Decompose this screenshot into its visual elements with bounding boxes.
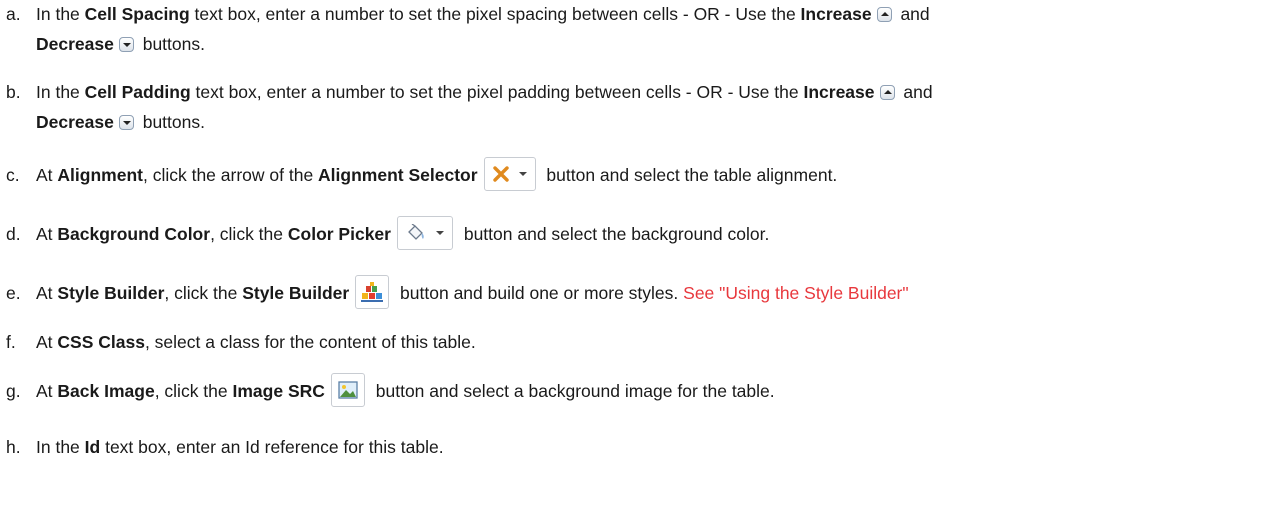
instruction-item-c: c. At Alignment, click the arrow of the A… xyxy=(6,157,1276,192)
bold-term: Decrease xyxy=(36,112,114,132)
text: , select a class for the content of this… xyxy=(144,332,476,352)
text: button and build one or more styles. xyxy=(395,283,684,303)
alignment-selector-button[interactable] xyxy=(483,157,536,192)
text: button and select a background image for… xyxy=(370,381,775,401)
bold-term: Decrease xyxy=(36,34,114,54)
item-letter: e. xyxy=(6,283,21,303)
text: At xyxy=(36,381,58,401)
text: button and select the table alignment. xyxy=(541,165,838,185)
bold-term: Increase xyxy=(803,82,875,102)
bold-term: Alignment Selector xyxy=(318,165,478,185)
bold-term: CSS Class xyxy=(57,332,145,352)
paint-bucket-icon xyxy=(406,224,426,242)
text: At xyxy=(36,165,58,185)
color-picker-button[interactable] xyxy=(396,216,453,251)
style-builder-icon xyxy=(361,282,384,303)
decrease-icon xyxy=(118,115,134,130)
text: In the xyxy=(36,437,85,457)
bold-term: Style Builder xyxy=(57,283,165,303)
bold-term: Increase xyxy=(800,4,872,24)
image-icon xyxy=(338,381,358,400)
instruction-item-a: a. In the Cell Spacing text box, enter a … xyxy=(6,0,1276,59)
text: text box, enter a number to set the pixe… xyxy=(190,82,804,102)
item-letter: a. xyxy=(6,4,21,24)
bold-term: Color Picker xyxy=(287,224,391,244)
see-style-builder-link[interactable]: See "Using the Style Builder" xyxy=(683,283,908,303)
text: At xyxy=(36,224,58,244)
bold-term: Alignment xyxy=(57,165,143,185)
bold-term: Back Image xyxy=(57,381,155,401)
text: , click the xyxy=(154,381,233,401)
text: , click the arrow of the xyxy=(142,165,319,185)
item-letter: h. xyxy=(6,437,21,457)
instruction-item-f: f. At CSS Class, select a class for the c… xyxy=(6,327,1276,357)
item-letter: d. xyxy=(6,224,21,244)
bold-term: Cell Padding xyxy=(84,82,191,102)
text: text box, enter an Id reference for this… xyxy=(100,437,444,457)
text: In the xyxy=(36,4,85,24)
item-letter: g. xyxy=(6,381,21,401)
decrease-icon xyxy=(118,37,134,52)
text: At xyxy=(36,283,58,303)
instruction-item-d: d. At Background Color, click the Color P… xyxy=(6,216,1276,251)
text: At xyxy=(36,332,58,352)
text: button and select the background color. xyxy=(458,224,770,244)
text: In the xyxy=(36,82,85,102)
bold-term: Cell Spacing xyxy=(84,4,190,24)
text: , click the xyxy=(164,283,243,303)
bold-term: Image SRC xyxy=(232,381,325,401)
item-letter: b. xyxy=(6,82,21,102)
bold-term: Id xyxy=(84,437,101,457)
instruction-item-h: h. In the Id text box, enter an Id refere… xyxy=(6,432,1276,462)
text: text box, enter a number to set the pixe… xyxy=(189,4,801,24)
style-builder-button[interactable] xyxy=(355,275,390,310)
text: buttons. xyxy=(137,34,205,54)
instruction-item-e: e. At Style Builder, click the Style Buil… xyxy=(6,275,1276,310)
instruction-item-b: b. In the Cell Padding text box, enter a … xyxy=(6,77,1276,137)
image-src-button[interactable] xyxy=(330,373,365,408)
item-letter: c. xyxy=(6,165,20,185)
increase-icon xyxy=(876,7,892,22)
alignment-x-icon xyxy=(492,166,509,183)
chevron-down-icon xyxy=(435,231,444,236)
bold-term: Style Builder xyxy=(242,283,350,303)
instruction-item-g: g. At Back Image, click the Image SRC but… xyxy=(6,373,1276,408)
text: and xyxy=(898,82,933,102)
item-letter: f. xyxy=(6,332,16,352)
bold-term: Background Color xyxy=(57,224,211,244)
increase-icon xyxy=(879,85,895,100)
text: , click the xyxy=(210,224,288,244)
chevron-down-icon xyxy=(518,172,527,177)
text: buttons. xyxy=(137,112,205,132)
text: and xyxy=(895,4,930,24)
